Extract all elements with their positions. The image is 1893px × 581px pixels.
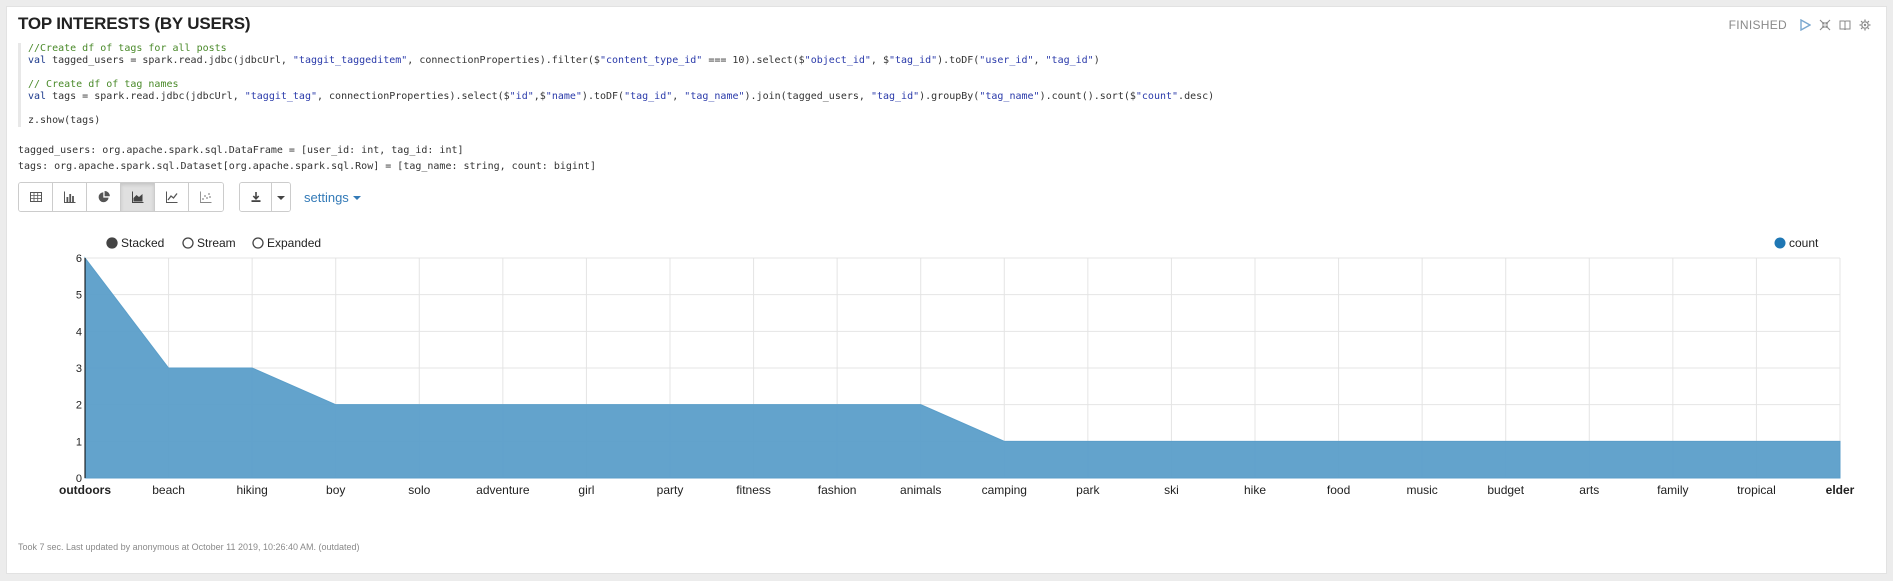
x-tick-label: hike [1244,483,1266,497]
data-point[interactable] [1838,439,1842,443]
legend-label: count [1789,236,1819,250]
download-dropdown-button[interactable] [272,183,290,211]
chart-type-group [18,182,224,212]
data-point[interactable] [668,403,672,407]
x-tick-label: solo [408,483,430,497]
paragraph-title: TOP INTERESTS (BY USERS) [18,14,251,33]
radio-icon[interactable] [106,237,118,249]
data-point[interactable] [1504,439,1508,443]
scatter-chart-icon[interactable] [189,183,223,211]
data-point[interactable] [1587,439,1591,443]
x-tick-label: party [657,483,684,497]
paragraph-footer: Took 7 sec. Last updated by anonymous at… [18,542,360,552]
code-editor[interactable]: //Create df of tags for all posts val ta… [18,43,1858,127]
book-icon[interactable] [1839,19,1851,31]
data-point[interactable] [1253,439,1257,443]
x-tick-label: fashion [818,483,857,497]
data-point[interactable] [1337,439,1341,443]
data-point[interactable] [1671,439,1675,443]
y-tick-label: 2 [76,400,82,412]
data-point[interactable] [1420,439,1424,443]
code-line: // Create df of tag names [28,79,179,90]
paragraph-controls: FINISHED [1729,18,1871,32]
code-line: val tagged_users = spark.read.jdbc(jdbcU… [28,55,1100,66]
data-point[interactable] [417,403,421,407]
data-point[interactable] [1086,439,1090,443]
legend-swatch[interactable] [1774,237,1786,249]
radio-icon[interactable] [182,237,194,249]
x-tick-label: music [1406,483,1437,497]
code-line: z.show(tags) [28,115,101,126]
x-tick-label: family [1657,483,1688,497]
x-tick-label: budget [1487,483,1524,497]
table-icon[interactable] [19,183,53,211]
code-line: val tags = spark.read.jdbc(jdbcUrl, "tag… [28,91,1215,102]
data-point[interactable] [501,403,505,407]
x-tick-label: hiking [236,483,267,497]
x-tick-label: beach [152,483,185,497]
x-tick-label: adventure [476,483,530,497]
data-point[interactable] [752,403,756,407]
bar-chart-icon[interactable] [53,183,87,211]
text-output: tagged_users: org.apache.spark.sql.DataF… [18,143,596,175]
data-point[interactable] [919,403,923,407]
settings-label: settings [304,189,349,205]
x-tick-label: elder [1826,483,1855,497]
play-icon[interactable] [1799,19,1811,31]
chart-mode-label: Stacked [121,236,164,250]
caret-down-icon [352,195,361,200]
data-point[interactable] [1002,439,1006,443]
gear-icon[interactable] [1859,19,1871,31]
x-tick-label: fitness [736,483,771,497]
settings-dropdown[interactable]: settings [304,190,361,205]
y-tick-label: 1 [76,436,82,448]
x-tick-label: ski [1164,483,1179,497]
x-tick-label: boy [326,483,345,497]
data-point[interactable] [167,366,171,370]
x-tick-label: tropical [1737,483,1776,497]
data-point[interactable] [334,403,338,407]
y-tick-label: 4 [76,326,82,338]
expand-collapse-icon[interactable] [1819,19,1831,31]
data-point[interactable] [250,366,254,370]
visualization-toolbar: settings [18,182,361,212]
x-tick-label: girl [578,483,594,497]
status-label: FINISHED [1728,18,1787,32]
x-tick-label: park [1076,483,1100,497]
pie-chart-icon[interactable] [87,183,121,211]
data-point[interactable] [835,403,839,407]
line-chart-icon[interactable] [155,183,189,211]
y-tick-label: 6 [76,253,82,265]
x-tick-label: arts [1579,483,1599,497]
x-tick-label: food [1327,483,1350,497]
legend-item-count[interactable]: count [1774,236,1820,250]
area-chart-icon[interactable] [121,183,155,211]
download-icon[interactable] [240,183,272,211]
chart-mode-label: Stream [197,236,236,250]
x-tick-label: outdoors [59,483,111,497]
download-group [239,182,291,212]
output-line: tagged_users: org.apache.spark.sql.DataF… [18,145,464,156]
data-point[interactable] [1169,439,1173,443]
y-tick-label: 5 [76,290,82,302]
data-point[interactable] [1754,439,1758,443]
code-line: //Create df of tags for all posts [28,43,227,54]
caret-down-icon [277,195,285,200]
chart-mode-label: Expanded [267,236,321,250]
data-point[interactable] [584,403,588,407]
output-line: tags: org.apache.spark.sql.Dataset[org.a… [18,161,596,172]
y-tick-label: 3 [76,363,82,375]
x-tick-label: animals [900,483,941,497]
data-point[interactable] [83,256,87,260]
radio-icon[interactable] [252,237,264,249]
x-tick-label: camping [982,483,1027,497]
